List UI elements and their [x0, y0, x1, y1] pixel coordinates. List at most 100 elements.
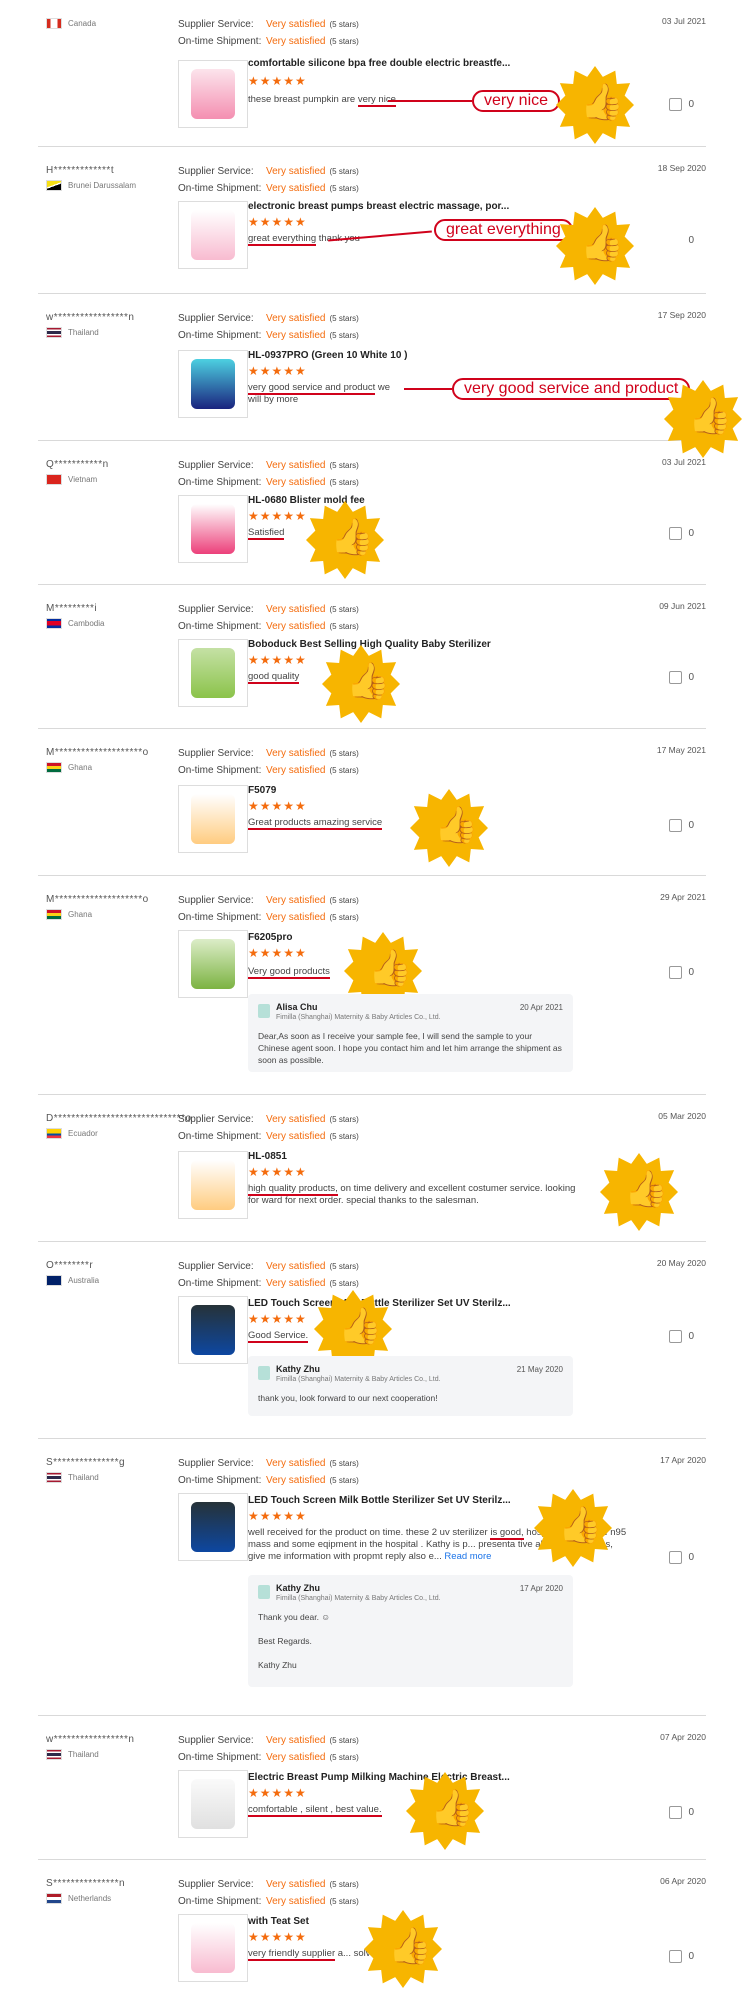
- flag-icon: [46, 1749, 62, 1760]
- buyer-country: Cambodia: [68, 619, 105, 628]
- product-thumbnail[interactable]: [178, 930, 248, 998]
- thumbs-up-icon: [669, 671, 683, 684]
- flag-icon: [46, 474, 62, 485]
- review-date: 09 Jun 2021: [659, 601, 706, 611]
- product-title[interactable]: F6205pro: [248, 932, 292, 943]
- buyer-country: Thailand: [68, 1473, 99, 1482]
- reply-text: thank you, look forward to our next coop…: [258, 1393, 438, 1403]
- buyer-country: Ecuador: [68, 1129, 98, 1138]
- service-ratings: Supplier Service: Very satisfied (5 stars)…: [178, 748, 359, 776]
- flag-icon: [46, 327, 62, 338]
- like-button[interactable]: 0: [669, 1806, 694, 1819]
- thumbs-up-badge-icon: 👍: [534, 1489, 612, 1567]
- flag-icon: [46, 18, 62, 29]
- product-title[interactable]: HL-0937PRO (Green 10 White 10 ): [248, 350, 408, 361]
- product-thumbnail[interactable]: [178, 1151, 248, 1219]
- buyer-info: S***************n Netherlands: [46, 1878, 125, 1904]
- supplier-reply: Kathy Zhu Fimilla (Shanghai) Maternity &…: [248, 1356, 573, 1416]
- service-ratings: Supplier Service: Very satisfied (5 stars)…: [178, 1458, 359, 1486]
- product-title[interactable]: electronic breast pumps breast electric …: [248, 201, 509, 212]
- thumbs-up-icon: [669, 966, 683, 979]
- like-button[interactable]: 0: [688, 235, 694, 246]
- flag-icon: [46, 909, 62, 920]
- review-date: 05 Mar 2020: [658, 1111, 706, 1121]
- buyer-info: Canada: [46, 18, 96, 29]
- thumbs-up-icon: [669, 819, 683, 832]
- callout-connector: [404, 388, 452, 390]
- reply-text: Dear,As soon as I receive your sample fe…: [258, 1031, 562, 1065]
- like-button[interactable]: 0: [669, 819, 694, 832]
- review-card: O********r Australia Supplier Service: Ve…: [38, 1242, 706, 1439]
- flag-icon: [46, 618, 62, 629]
- product-title[interactable]: HL-0851: [248, 1151, 287, 1162]
- product-thumbnail[interactable]: [178, 350, 248, 418]
- product-thumbnail[interactable]: [178, 1914, 248, 1982]
- rating-stars: ★★★★★: [248, 1930, 307, 1944]
- review-text: Good Service.: [248, 1330, 309, 1343]
- product-title[interactable]: with Teat Set: [248, 1916, 309, 1927]
- service-ratings: Supplier Service: Very satisfied (5 stars)…: [178, 460, 359, 488]
- service-ratings: Supplier Service: Very satisfied (5 stars)…: [178, 16, 359, 50]
- buyer-name: Q***********n: [46, 459, 109, 470]
- like-button[interactable]: 0: [669, 1330, 694, 1343]
- buyer-info: M*********i Cambodia: [46, 603, 104, 629]
- highlight-callout: very good service and product: [452, 378, 691, 400]
- product-title[interactable]: LED Touch Screen Milk Bottle Sterilizer …: [248, 1495, 511, 1506]
- shipment-label: On-time Shipment:: [178, 36, 262, 47]
- highlight-callout: great everything: [434, 219, 573, 241]
- review-text: high quality products, on time delivery …: [248, 1183, 576, 1206]
- review-date: 03 Jul 2021: [662, 457, 706, 467]
- reply-name: Kathy Zhu: [276, 1364, 320, 1374]
- product-thumbnail[interactable]: [178, 1493, 248, 1561]
- review-text: Satisfied: [248, 527, 285, 540]
- like-button[interactable]: 0: [669, 1950, 694, 1963]
- like-button[interactable]: 0: [669, 527, 694, 540]
- avatar: [258, 1585, 270, 1599]
- product-thumbnail[interactable]: [178, 1296, 248, 1364]
- product-thumbnail[interactable]: [178, 1770, 248, 1838]
- buyer-name: S***************g: [46, 1457, 126, 1468]
- review-date: 18 Sep 2020: [657, 163, 706, 173]
- product-thumbnail[interactable]: [178, 60, 248, 128]
- product-title[interactable]: comfortable silicone bpa free double ele…: [248, 58, 510, 69]
- buyer-name: M********************o: [46, 747, 149, 758]
- service-ratings: Supplier Service: Very satisfied (5 stars)…: [178, 1735, 359, 1763]
- review-card: M********************o Ghana Supplier Se…: [38, 729, 706, 876]
- buyer-name: M*********i: [46, 603, 98, 614]
- thumbs-up-icon: [669, 98, 683, 111]
- reply-text: Thank you dear. ☺ Best Regards. Kathy Zh…: [258, 1612, 330, 1670]
- like-button[interactable]: 0: [669, 98, 694, 111]
- reply-company: Fimilla (Shanghai) Maternity & Baby Arti…: [276, 1014, 441, 1021]
- thumbs-up-badge-icon: 👍: [410, 789, 488, 867]
- supplier-reply: Kathy Zhu Fimilla (Shanghai) Maternity &…: [248, 1575, 573, 1687]
- rating-stars: ★★★★★: [248, 653, 307, 667]
- review-date: 07 Apr 2020: [660, 1732, 706, 1742]
- like-button[interactable]: 0: [669, 966, 694, 979]
- product-thumbnail[interactable]: [178, 639, 248, 707]
- review-date: 17 Apr 2020: [660, 1455, 706, 1465]
- review-card: S***************g Thailand Supplier Serv…: [38, 1439, 706, 1716]
- flag-icon: [46, 1893, 62, 1904]
- buyer-country: Thailand: [68, 328, 99, 337]
- review-date: 03 Jul 2021: [662, 16, 706, 26]
- product-title[interactable]: F5079: [248, 785, 276, 796]
- read-more-link[interactable]: Read more: [444, 1551, 491, 1562]
- reply-date: 17 Apr 2020: [519, 1584, 563, 1593]
- thumbs-up-badge-icon: 👍: [364, 1910, 442, 1988]
- product-thumbnail[interactable]: [178, 785, 248, 853]
- buyer-name: S***************n: [46, 1878, 126, 1889]
- buyer-info: M********************o Ghana: [46, 894, 149, 920]
- rating-stars: ★★★★★: [248, 1786, 307, 1800]
- product-thumbnail[interactable]: [178, 201, 248, 269]
- like-button[interactable]: 0: [669, 671, 694, 684]
- buyer-info: H*************t Brunei Darussalam: [46, 165, 136, 191]
- supplier-reply: Alisa Chu Fimilla (Shanghai) Maternity &…: [248, 994, 573, 1072]
- stars-note: (5 stars): [329, 37, 359, 46]
- rating-stars: ★★★★★: [248, 1165, 307, 1179]
- service-ratings: Supplier Service: Very satisfied (5 stars)…: [178, 313, 359, 341]
- like-button[interactable]: 0: [669, 1551, 694, 1564]
- flag-icon: [46, 1275, 62, 1286]
- buyer-country: Ghana: [68, 910, 93, 919]
- product-thumbnail[interactable]: [178, 495, 248, 563]
- buyer-info: M********************o Ghana: [46, 747, 149, 773]
